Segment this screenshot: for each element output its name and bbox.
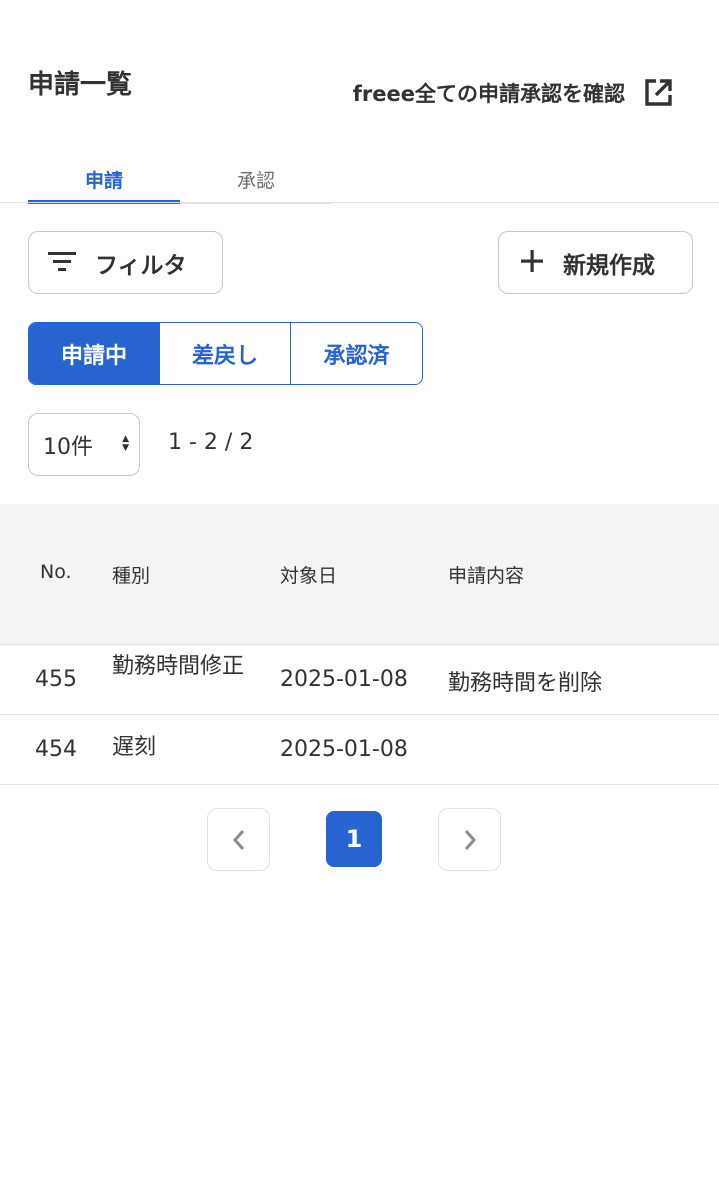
chevron-left-icon [232,829,244,850]
column-header-no: No. [40,561,72,583]
select-arrows-icon: ▲ ▼ [122,434,129,453]
cell-type: 勤務時間修正 [112,654,245,679]
cell-no: 454 [35,737,77,762]
cell-content: 勤務時間を削除 [448,671,603,696]
page-number-current[interactable]: 1 [326,811,382,867]
cell-no: 455 [35,667,77,692]
result-range: 1 - 2 / 2 [168,430,254,455]
status-approved[interactable]: 承認済 [291,323,422,384]
freee-all-requests-link[interactable]: freee全ての申請承認を確認 [353,76,675,110]
external-link-icon [641,76,675,110]
requests-table: No. 種別 対象日 申請内容 455 勤務時間修正 2025-01-08 勤務… [0,504,719,785]
create-new-label: 新規作成 [563,252,655,279]
previous-page-button[interactable] [207,808,270,871]
cell-type: 遅刻 [112,735,157,760]
status-pending[interactable]: 申請中 [29,323,160,384]
column-header-date: 対象日 [280,565,338,587]
tab-divider [0,202,719,203]
status-returned[interactable]: 差戻し [160,323,291,384]
table-row[interactable]: 455 勤務時間修正 2025-01-08 勤務時間を削除 [0,645,719,715]
tab-approvals[interactable]: 承認 [180,160,332,202]
table-header: No. 種別 対象日 申請内容 [0,504,719,645]
per-page-value: 10件 [43,434,93,460]
status-filter-segment: 申請中 差戻し 承認済 [28,322,423,385]
freee-all-requests-label: freee全ての申請承認を確認 [352,82,625,106]
tab-requests[interactable]: 申請 [28,160,180,204]
page-header: 申請一覧 freee全ての申請承認を確認 [0,0,719,140]
per-page-select[interactable]: 10件 ▲ ▼ [28,413,140,476]
filter-button[interactable]: フィルタ [28,231,223,294]
next-page-button[interactable] [438,808,501,871]
page-title: 申請一覧 [28,70,133,100]
tab-bar: 申請 承認 [28,160,332,204]
create-new-button[interactable]: 新規作成 [498,231,693,294]
column-header-type: 種別 [112,565,151,587]
column-header-content: 申請内容 [448,565,525,587]
filter-icon [47,249,77,277]
table-row[interactable]: 454 遅刻 2025-01-08 [0,715,719,785]
cell-date: 2025-01-08 [280,667,408,692]
cell-date: 2025-01-08 [280,737,408,762]
plus-icon [519,248,545,278]
filter-button-label: フィルタ [95,252,187,279]
chevron-right-icon [464,829,476,850]
